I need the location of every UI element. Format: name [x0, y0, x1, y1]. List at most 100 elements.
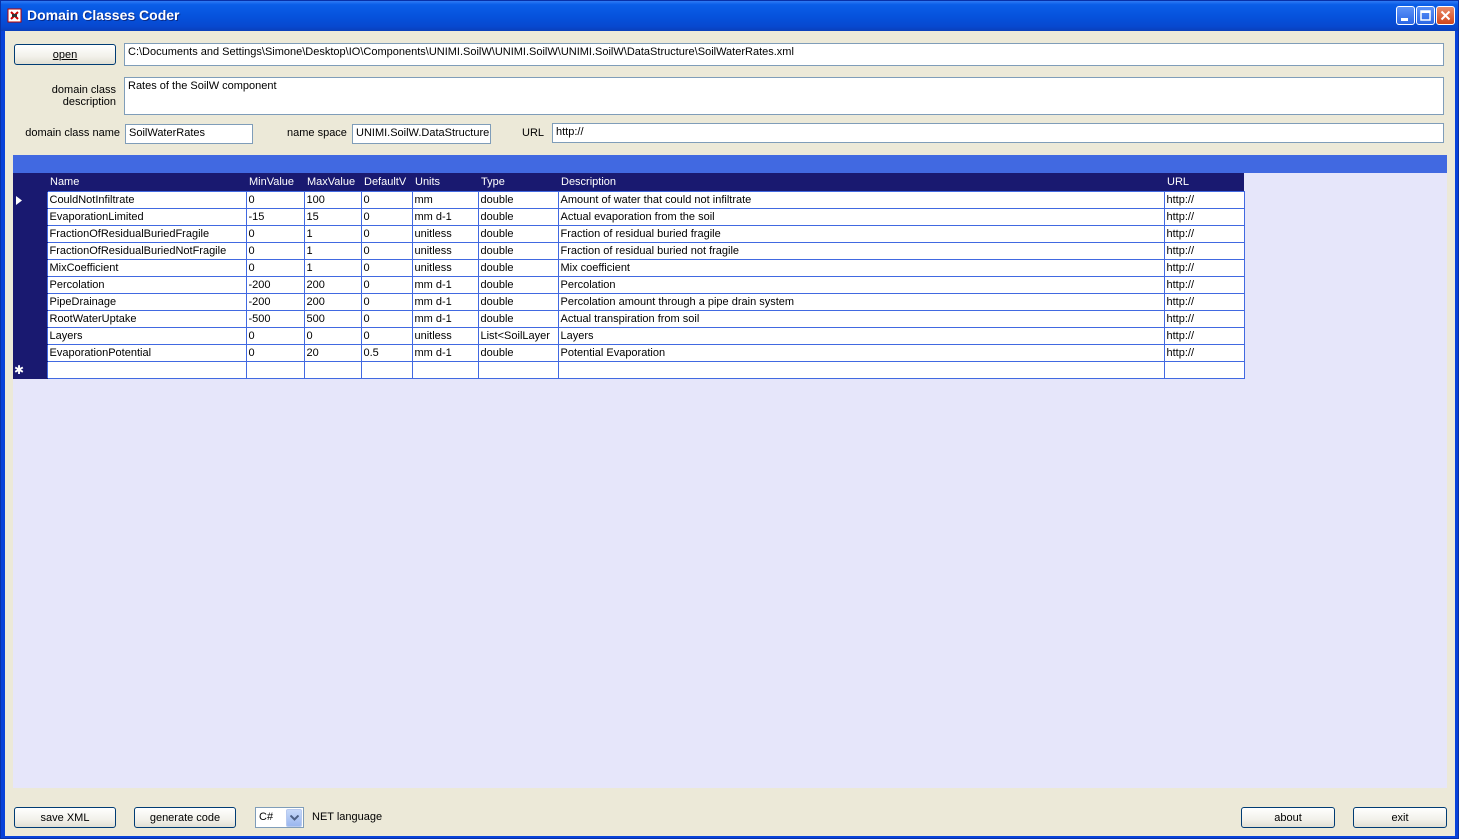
language-select[interactable]: C# [255, 807, 304, 828]
table-cell[interactable]: mm d-1 [411, 310, 479, 328]
table-cell[interactable]: Actual transpiration from soil [557, 310, 1165, 328]
table-cell[interactable]: http:// [1163, 259, 1245, 277]
table-cell[interactable]: 1 [303, 225, 362, 243]
table-cell[interactable]: Layers [46, 327, 247, 345]
table-cell[interactable]: http:// [1163, 327, 1245, 345]
column-header[interactable]: MinValue [246, 173, 304, 192]
table-cell[interactable]: double [477, 225, 559, 243]
row-header[interactable] [13, 208, 47, 226]
table-cell[interactable]: Percolation amount through a pipe drain … [557, 293, 1165, 311]
table-cell[interactable]: unitless [411, 327, 479, 345]
table-cell[interactable]: 0 [360, 225, 413, 243]
table-cell[interactable] [411, 361, 479, 379]
table-row[interactable]: FractionOfResidualBuriedNotFragile 0 1 0 uni… [13, 242, 1245, 260]
minimize-button[interactable] [1396, 6, 1415, 25]
table-cell[interactable]: 0 [360, 276, 413, 294]
maximize-button[interactable] [1416, 6, 1435, 25]
table-cell[interactable]: 1 [303, 242, 362, 260]
title-bar[interactable]: Domain Classes Coder [1, 1, 1458, 31]
row-header[interactable] [13, 293, 47, 311]
table-cell[interactable]: 0 [360, 293, 413, 311]
table-cell[interactable] [557, 361, 1165, 379]
table-cell[interactable]: double [477, 293, 559, 311]
table-cell[interactable]: 0 [245, 327, 305, 345]
table-cell[interactable]: mm d-1 [411, 344, 479, 362]
table-cell[interactable]: double [477, 344, 559, 362]
table-cell[interactable]: 0 [245, 242, 305, 260]
table-cell[interactable]: -200 [245, 293, 305, 311]
table-cell[interactable]: http:// [1163, 242, 1245, 260]
row-header[interactable] [13, 344, 47, 362]
table-cell[interactable]: Mix coefficient [557, 259, 1165, 277]
new-row[interactable]: ✱ [13, 361, 1245, 379]
table-cell[interactable]: 0 [245, 344, 305, 362]
column-header[interactable]: MaxValue [304, 173, 361, 192]
exit-button[interactable]: exit [1353, 807, 1447, 828]
table-cell[interactable]: -500 [245, 310, 305, 328]
table-cell[interactable]: Percolation [46, 276, 247, 294]
table-cell[interactable]: 0 [360, 310, 413, 328]
column-header[interactable]: Type [478, 173, 558, 192]
row-header[interactable] [13, 276, 47, 294]
table-cell[interactable]: Potential Evaporation [557, 344, 1165, 362]
table-row[interactable]: RootWaterUptake -500 500 0 mm d-1 double Actua… [13, 310, 1245, 328]
table-cell[interactable] [360, 361, 413, 379]
column-header[interactable]: URL [1164, 173, 1244, 192]
description-textarea[interactable]: Rates of the SoilW component [124, 77, 1444, 115]
table-cell[interactable]: 0 [245, 191, 305, 209]
table-cell[interactable]: http:// [1163, 225, 1245, 243]
table-cell[interactable]: 0 [360, 259, 413, 277]
about-button[interactable]: about [1241, 807, 1335, 828]
column-header[interactable]: Units [412, 173, 478, 192]
namespace-input[interactable]: UNIMI.SoilW.DataStructure [352, 124, 491, 144]
table-cell[interactable]: unitless [411, 242, 479, 260]
table-cell[interactable]: FractionOfResidualBuriedFragile [46, 225, 247, 243]
table-cell[interactable]: 200 [303, 276, 362, 294]
table-cell[interactable]: Amount of water that could not infiltrat… [557, 191, 1165, 209]
table-cell[interactable]: 100 [303, 191, 362, 209]
table-cell[interactable]: mm d-1 [411, 293, 479, 311]
table-row[interactable]: Layers 0 0 0 unitless List<SoilLayer Layers htt… [13, 327, 1245, 345]
table-cell[interactable] [1163, 361, 1245, 379]
table-row[interactable]: CouldNotInfiltrate 0 100 0 mm double Amount of… [13, 191, 1245, 209]
url-input[interactable]: http:// [552, 123, 1444, 143]
table-cell[interactable]: 20 [303, 344, 362, 362]
table-cell[interactable]: 1 [303, 259, 362, 277]
table-row[interactable]: MixCoefficient 0 1 0 unitless double Mix coeff… [13, 259, 1245, 277]
table-cell[interactable]: Actual evaporation from the soil [557, 208, 1165, 226]
table-cell[interactable]: http:// [1163, 293, 1245, 311]
table-cell[interactable]: FractionOfResidualBuriedNotFragile [46, 242, 247, 260]
table-cell[interactable]: http:// [1163, 208, 1245, 226]
table-cell[interactable]: PipeDrainage [46, 293, 247, 311]
row-header[interactable]: ✱ [13, 361, 47, 379]
table-cell[interactable]: RootWaterUptake [46, 310, 247, 328]
table-cell[interactable]: Percolation [557, 276, 1165, 294]
close-button[interactable] [1436, 6, 1455, 25]
table-cell[interactable]: MixCoefficient [46, 259, 247, 277]
table-row[interactable]: FractionOfResidualBuriedFragile 0 1 0 unitle… [13, 225, 1245, 243]
table-cell[interactable]: http:// [1163, 276, 1245, 294]
table-cell[interactable]: double [477, 208, 559, 226]
table-row[interactable]: Percolation -200 200 0 mm d-1 double Percolati… [13, 276, 1245, 294]
table-cell[interactable]: 0 [360, 242, 413, 260]
table-cell[interactable]: unitless [411, 259, 479, 277]
table-cell[interactable] [46, 361, 247, 379]
row-header[interactable] [13, 327, 47, 345]
table-cell[interactable]: mm d-1 [411, 276, 479, 294]
column-header[interactable]: Name [47, 173, 246, 192]
table-cell[interactable]: mm d-1 [411, 208, 479, 226]
table-cell[interactable]: http:// [1163, 310, 1245, 328]
table-cell[interactable] [245, 361, 305, 379]
generate-code-button[interactable]: generate code [134, 807, 236, 828]
table-cell[interactable]: 0 [245, 259, 305, 277]
row-header[interactable] [13, 242, 47, 260]
table-row[interactable]: PipeDrainage -200 200 0 mm d-1 double Percolat… [13, 293, 1245, 311]
table-cell[interactable]: 0 [245, 225, 305, 243]
table-cell[interactable]: 200 [303, 293, 362, 311]
table-cell[interactable]: 0 [303, 327, 362, 345]
table-cell[interactable]: EvaporationPotential [46, 344, 247, 362]
table-cell[interactable]: double [477, 259, 559, 277]
table-cell[interactable]: unitless [411, 225, 479, 243]
table-cell[interactable]: double [477, 310, 559, 328]
table-cell[interactable]: mm [411, 191, 479, 209]
